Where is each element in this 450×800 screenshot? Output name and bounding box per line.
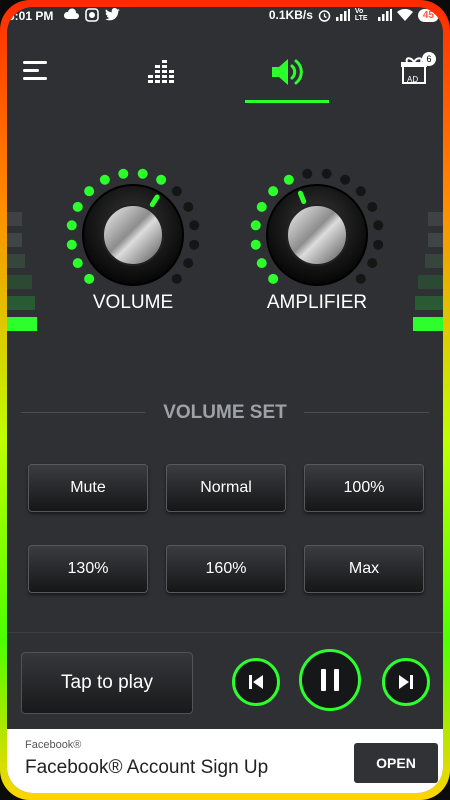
ad-title: Facebook® Account Sign Up bbox=[25, 757, 269, 778]
amplifier-led bbox=[268, 186, 279, 197]
top-toolbar: AD 6 bbox=[7, 47, 443, 103]
network-speed: 0.1KB/s bbox=[268, 8, 313, 22]
equalizer-icon[interactable] bbox=[148, 57, 176, 87]
preset-max-button[interactable]: Max bbox=[304, 545, 424, 593]
alarm-icon bbox=[318, 9, 331, 22]
tab-volume[interactable] bbox=[245, 47, 329, 103]
volume-knob[interactable] bbox=[58, 157, 208, 307]
status-bar: 6:01 PM 0.1KB/s Vo LTE 45 bbox=[7, 7, 443, 25]
volume-led bbox=[137, 168, 148, 179]
volume-led bbox=[189, 239, 200, 250]
status-time: 6:01 PM bbox=[8, 9, 54, 23]
cloud-icon bbox=[63, 8, 79, 19]
amplifier-knob-cap bbox=[286, 204, 348, 266]
twitter-icon bbox=[105, 8, 120, 21]
volume-led bbox=[99, 174, 110, 185]
previous-icon bbox=[249, 675, 263, 689]
amplifier-led bbox=[373, 239, 384, 250]
amplifier-led bbox=[268, 273, 279, 284]
active-tab-underline bbox=[245, 100, 329, 103]
volume-led bbox=[189, 220, 200, 231]
next-button[interactable] bbox=[382, 658, 430, 706]
ad-count-badge: 6 bbox=[422, 52, 436, 66]
amplifier-led bbox=[373, 220, 384, 231]
battery-indicator: 45 bbox=[417, 8, 439, 22]
app-icon bbox=[85, 8, 99, 22]
volte-label: Vo LTE bbox=[354, 8, 368, 22]
volume-led bbox=[84, 186, 95, 197]
ad-open-button[interactable]: OPEN bbox=[354, 743, 438, 783]
app-screen: 6:01 PM 0.1KB/s Vo LTE 45 AD 6 VOLUME AM… bbox=[7, 7, 443, 793]
volume-led bbox=[66, 239, 77, 250]
previous-button[interactable] bbox=[232, 658, 280, 706]
preset-130-button[interactable]: 130% bbox=[28, 545, 148, 593]
ad-label: AD bbox=[407, 75, 419, 84]
amplifier-led bbox=[367, 201, 378, 212]
amplifier-led bbox=[250, 220, 261, 231]
next-icon bbox=[399, 675, 413, 689]
volume-led bbox=[183, 201, 194, 212]
amplifier-led bbox=[256, 258, 267, 269]
preset-mute-button[interactable]: Mute bbox=[28, 464, 148, 512]
amplifier-knob[interactable] bbox=[242, 157, 392, 307]
pause-button[interactable] bbox=[299, 649, 361, 711]
amplifier-led bbox=[302, 168, 313, 179]
section-line-right bbox=[304, 412, 429, 413]
amplifier-led bbox=[256, 201, 267, 212]
amplifier-led bbox=[340, 174, 351, 185]
notification-icons bbox=[63, 8, 120, 22]
amplifier-label: AMPLIFIER bbox=[266, 292, 368, 313]
volume-led bbox=[118, 168, 129, 179]
amplifier-knob-indicator bbox=[297, 190, 307, 205]
left-level-meter bbox=[7, 212, 37, 338]
volume-label: VOLUME bbox=[92, 292, 174, 313]
signal-icon-2 bbox=[377, 9, 392, 21]
ad-banner[interactable]: Facebook® Facebook® Account Sign Up OPEN bbox=[7, 729, 443, 793]
volume-led bbox=[72, 201, 83, 212]
volume-led bbox=[183, 258, 194, 269]
preset-100-button[interactable]: 100% bbox=[304, 464, 424, 512]
preset-normal-button[interactable]: Normal bbox=[166, 464, 286, 512]
amplifier-led bbox=[367, 258, 378, 269]
volume-led bbox=[66, 220, 77, 231]
volume-set-title: VOLUME SET bbox=[163, 402, 287, 423]
preset-160-button[interactable]: 160% bbox=[166, 545, 286, 593]
tap-to-play-button[interactable]: Tap to play bbox=[21, 652, 193, 714]
status-right: 0.1KB/s Vo LTE 45 bbox=[269, 8, 439, 22]
speaker-icon bbox=[272, 59, 303, 85]
amplifier-led bbox=[250, 239, 261, 250]
amplifier-led bbox=[321, 168, 332, 179]
volume-led bbox=[84, 273, 95, 284]
volume-led bbox=[72, 258, 83, 269]
amplifier-led bbox=[283, 174, 294, 185]
signal-icon bbox=[335, 9, 350, 21]
volume-led bbox=[156, 174, 167, 185]
pause-icon bbox=[321, 669, 339, 691]
wifi-icon bbox=[396, 9, 413, 21]
volume-knob-cap bbox=[102, 204, 164, 266]
ad-brand: Facebook® bbox=[25, 739, 82, 751]
volume-led bbox=[171, 273, 182, 284]
player-divider bbox=[7, 632, 443, 633]
right-level-meter bbox=[413, 212, 443, 338]
volume-led bbox=[171, 186, 182, 197]
amplifier-led bbox=[355, 273, 366, 284]
ad-gift-button[interactable]: AD 6 bbox=[399, 52, 436, 87]
amplifier-led bbox=[355, 186, 366, 197]
menu-icon[interactable] bbox=[23, 61, 47, 81]
